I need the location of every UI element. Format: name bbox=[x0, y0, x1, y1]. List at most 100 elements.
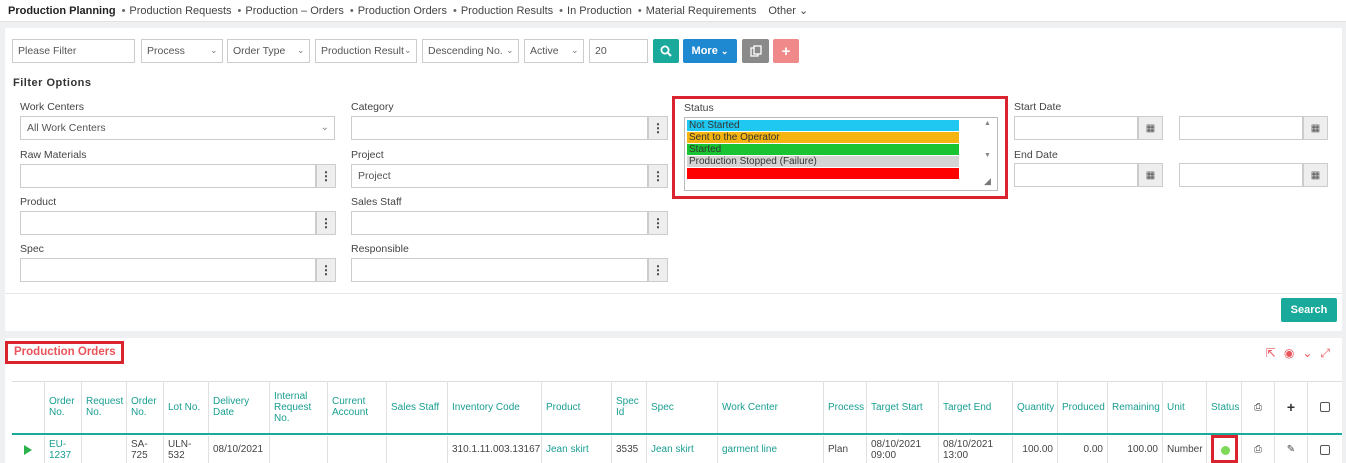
end-date-label: End Date bbox=[1014, 149, 1058, 161]
more-button[interactable]: More ⌄ bbox=[683, 39, 737, 63]
play-icon bbox=[24, 444, 32, 455]
nav-other-menu[interactable]: Other ⌄ bbox=[768, 4, 808, 17]
calendar-icon[interactable]: ▦ bbox=[1303, 116, 1328, 140]
select-all-checkbox[interactable] bbox=[1308, 381, 1342, 433]
chevron-down-icon[interactable]: ⌄ bbox=[1302, 346, 1312, 361]
header-status[interactable]: Status bbox=[1207, 381, 1242, 433]
header-request-no[interactable]: Request No. bbox=[82, 381, 127, 433]
print-icon[interactable]: ⎙ bbox=[1242, 381, 1275, 433]
copy-button[interactable] bbox=[742, 39, 769, 63]
calendar-icon[interactable]: ▦ bbox=[1138, 116, 1163, 140]
nav-item-material-requirements[interactable]: Material Requirements bbox=[638, 5, 757, 17]
raw-materials-more-icon[interactable]: ⋮ bbox=[316, 164, 336, 188]
active-select[interactable]: Active ⌄ bbox=[524, 39, 584, 63]
process-select[interactable]: Process ⌄ bbox=[141, 39, 223, 63]
responsible-input[interactable] bbox=[351, 258, 648, 282]
nav-item-production-requests[interactable]: Production Requests bbox=[122, 5, 231, 17]
cell-target-start: 08/10/2021 09:00 bbox=[867, 436, 939, 463]
row-expand-icon[interactable] bbox=[12, 436, 45, 463]
spec-input[interactable] bbox=[20, 258, 316, 282]
end-date-to-input[interactable] bbox=[1179, 163, 1303, 187]
product-more-icon[interactable]: ⋮ bbox=[316, 211, 336, 235]
resize-grip-icon[interactable]: ◢ bbox=[984, 176, 991, 187]
status-option-started[interactable]: Started bbox=[687, 144, 959, 155]
raw-materials-input[interactable] bbox=[20, 164, 316, 188]
header-sales-staff[interactable]: Sales Staff bbox=[387, 381, 448, 433]
header-quantity[interactable]: Quantity bbox=[1013, 381, 1058, 433]
scroll-down-icon[interactable]: ▼ bbox=[984, 152, 991, 159]
header-current-account[interactable]: Current Account bbox=[328, 381, 387, 433]
cell-work-center[interactable]: garment line bbox=[718, 436, 824, 463]
production-result-select[interactable]: Production Result ⌄ bbox=[315, 39, 417, 63]
header-work-center[interactable]: Work Center bbox=[718, 381, 824, 433]
project-more-icon[interactable]: ⋮ bbox=[648, 164, 668, 188]
header-unit[interactable]: Unit bbox=[1163, 381, 1207, 433]
work-centers-select[interactable]: All Work Centers ⌄ bbox=[20, 116, 335, 140]
plus-icon[interactable]: + bbox=[1275, 381, 1308, 433]
cell-product[interactable]: Jean skirt bbox=[542, 436, 612, 463]
responsible-more-icon[interactable]: ⋮ bbox=[648, 258, 668, 282]
order-type-select[interactable]: Order Type ⌄ bbox=[227, 39, 310, 63]
start-date-from-input[interactable] bbox=[1014, 116, 1138, 140]
header-inventory-code[interactable]: Inventory Code bbox=[448, 381, 542, 433]
start-date-to-input[interactable] bbox=[1179, 116, 1303, 140]
status-dot-icon bbox=[1221, 446, 1230, 455]
divider bbox=[5, 293, 1342, 294]
sales-staff-input[interactable] bbox=[351, 211, 648, 235]
export-icon[interactable]: ⇱ bbox=[1266, 346, 1276, 361]
status-option-sent-to-operator[interactable]: Sent to the Operator bbox=[687, 132, 959, 143]
nav-item-production-orders-dash[interactable]: Production – Orders bbox=[238, 5, 343, 17]
cell-sales-staff bbox=[387, 436, 448, 463]
cell-produced: 0.00 bbox=[1058, 436, 1108, 463]
header-target-start[interactable]: Target Start bbox=[867, 381, 939, 433]
status-option-not-started[interactable]: Not Started bbox=[687, 120, 959, 131]
header-product[interactable]: Product bbox=[542, 381, 612, 433]
calendar-icon[interactable]: ▦ bbox=[1303, 163, 1328, 187]
cell-inventory-code: 310.1.11.003.13167 bbox=[448, 436, 542, 463]
header-order-no[interactable]: Order No. bbox=[45, 381, 82, 433]
cell-spec[interactable]: Jean skirt bbox=[647, 436, 718, 463]
header-order-no-2[interactable]: Order No. bbox=[127, 381, 164, 433]
header-target-end[interactable]: Target End bbox=[939, 381, 1013, 433]
header-remaining[interactable]: Remaining bbox=[1108, 381, 1163, 433]
row-checkbox[interactable] bbox=[1308, 436, 1342, 463]
status-option-red[interactable] bbox=[687, 168, 959, 179]
eye-icon[interactable]: ◉ bbox=[1284, 346, 1294, 361]
header-delivery-date[interactable]: Delivery Date bbox=[209, 381, 270, 433]
nav-item-in-production[interactable]: In Production bbox=[559, 5, 632, 17]
cell-order-no[interactable]: EU-1237 bbox=[45, 436, 82, 463]
expand-icon[interactable]: ⤢ bbox=[1320, 346, 1330, 361]
status-option-production-stopped[interactable]: Production Stopped (Failure) bbox=[687, 156, 959, 167]
search-button[interactable]: Search bbox=[1281, 298, 1337, 322]
spec-more-icon[interactable]: ⋮ bbox=[316, 258, 336, 282]
status-scrollbar[interactable]: ▲ ▼ ◢ bbox=[981, 120, 995, 188]
print-icon[interactable]: ⎙ bbox=[1242, 436, 1275, 463]
sort-select[interactable]: Descending No. ⌄ bbox=[422, 39, 519, 63]
page-size-input[interactable]: 20 bbox=[589, 39, 648, 63]
chevron-down-icon: ⌄ bbox=[210, 45, 218, 55]
header-internal-request-no[interactable]: Internal Request No. bbox=[270, 381, 328, 433]
header-spec[interactable]: Spec bbox=[647, 381, 718, 433]
header-lot-no[interactable]: Lot No. bbox=[164, 381, 209, 433]
project-input[interactable]: Project bbox=[351, 164, 648, 188]
search-icon bbox=[660, 45, 672, 57]
product-input[interactable] bbox=[20, 211, 316, 235]
end-date-from-input[interactable] bbox=[1014, 163, 1138, 187]
sales-staff-more-icon[interactable]: ⋮ bbox=[648, 211, 668, 235]
nav-brand[interactable]: Production Planning bbox=[8, 5, 116, 17]
header-spec-id[interactable]: Spec Id bbox=[612, 381, 647, 433]
search-icon-button[interactable] bbox=[653, 39, 679, 63]
calendar-icon[interactable]: ▦ bbox=[1138, 163, 1163, 187]
status-listbox[interactable]: Not Started Sent to the Operator Started… bbox=[684, 117, 998, 191]
add-button[interactable]: + bbox=[773, 39, 799, 63]
header-produced[interactable]: Produced bbox=[1058, 381, 1108, 433]
scroll-up-icon[interactable]: ▲ bbox=[984, 120, 991, 127]
category-input[interactable] bbox=[351, 116, 648, 140]
header-process[interactable]: Process bbox=[824, 381, 867, 433]
nav-item-production-results[interactable]: Production Results bbox=[453, 5, 553, 17]
filter-input[interactable]: Please Filter bbox=[12, 39, 135, 63]
order-type-select-value: Order Type bbox=[233, 45, 286, 57]
edit-icon[interactable]: ✎ bbox=[1275, 436, 1308, 463]
category-more-icon[interactable]: ⋮ bbox=[648, 116, 668, 140]
nav-item-production-orders[interactable]: Production Orders bbox=[350, 5, 447, 17]
